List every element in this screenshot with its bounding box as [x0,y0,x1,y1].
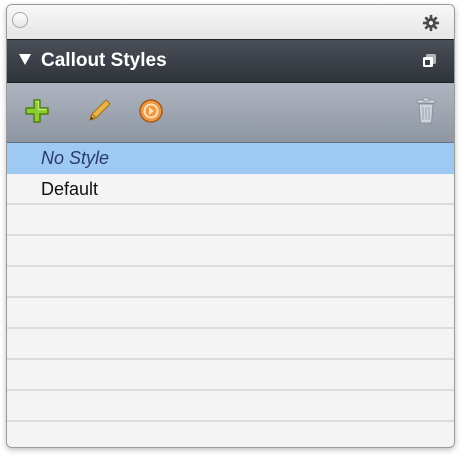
duplicate-icon[interactable] [137,97,165,125]
panel-menu-icon[interactable] [422,53,438,69]
trash-icon[interactable] [414,97,438,125]
close-button[interactable] [12,12,28,28]
styles-toolbar [7,83,454,143]
callout-styles-panel: Callout Styles No Style Default [6,4,455,448]
pencil-icon[interactable] [85,97,113,125]
style-label: Default [41,179,99,199]
list-item[interactable]: No Style [7,143,454,174]
collapse-triangle-icon[interactable] [19,54,31,65]
panel-header[interactable]: Callout Styles [7,39,454,83]
panel-titlebar [7,5,454,39]
list-item[interactable]: Default [7,174,454,205]
plus-icon[interactable] [23,97,51,125]
gear-icon[interactable] [422,14,440,32]
panel-title: Callout Styles [41,50,167,71]
style-label: No Style [41,148,110,168]
styles-list[interactable]: No Style Default [7,143,454,447]
